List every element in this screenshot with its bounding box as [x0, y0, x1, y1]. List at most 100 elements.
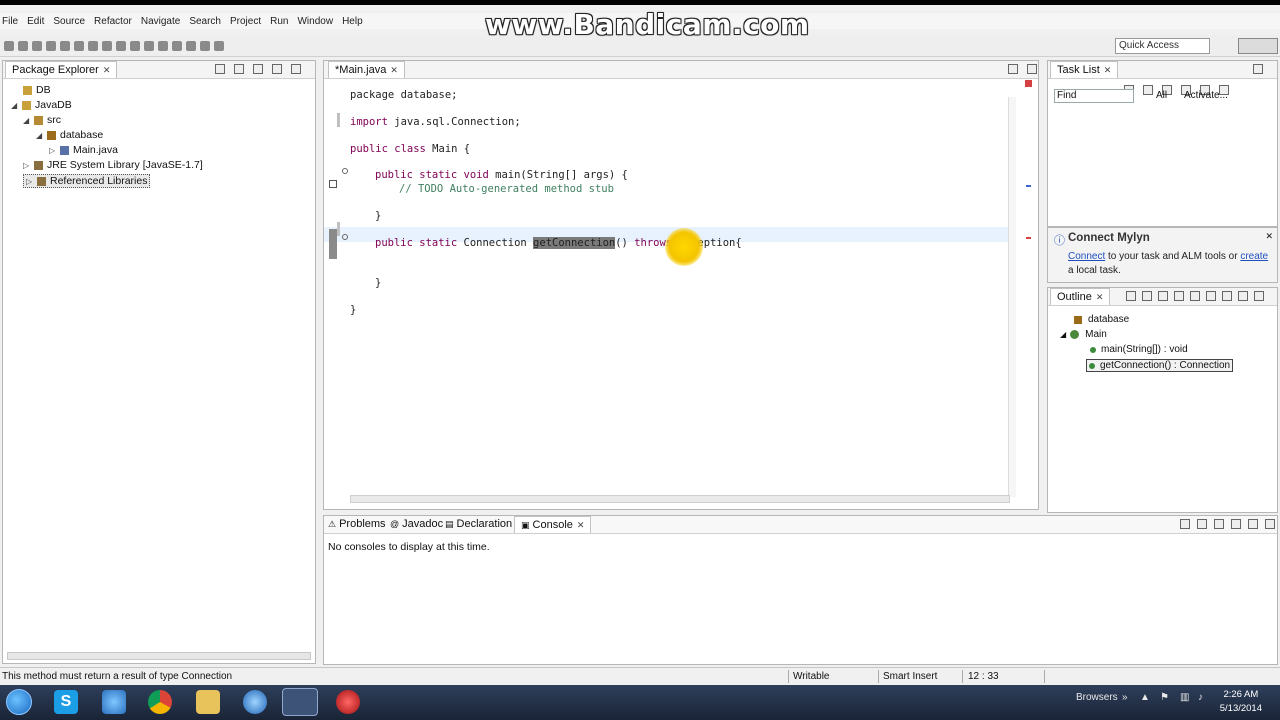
tray-arrow-icon[interactable]: ▲ — [1140, 692, 1150, 703]
tree-item-src[interactable]: ◢ src — [23, 113, 61, 127]
pin-console-icon[interactable] — [1197, 519, 1207, 529]
tree-item-db[interactable]: DB — [23, 83, 51, 97]
find-input[interactable]: Find — [1054, 89, 1134, 103]
menu-navigate[interactable]: Navigate — [141, 16, 180, 27]
perspective-switcher[interactable] — [1238, 38, 1278, 54]
close-icon[interactable]: ✕ — [390, 65, 398, 75]
close-icon[interactable]: ✕ — [1096, 292, 1104, 302]
new-java-project-icon[interactable] — [102, 41, 112, 51]
coverage-icon[interactable] — [74, 41, 84, 51]
menu-refactor[interactable]: Refactor — [94, 16, 132, 27]
tab-package-explorer[interactable]: Package Explorer ✕ — [5, 61, 118, 78]
editor-body[interactable]: package database; import java.sql.Connec… — [324, 79, 1038, 509]
volume-icon[interactable]: ♪ — [1198, 692, 1203, 703]
link-editor-icon[interactable] — [234, 64, 244, 74]
horizontal-scrollbar[interactable] — [7, 652, 311, 660]
external-tools-icon[interactable] — [88, 41, 98, 51]
app-red-icon[interactable] — [336, 690, 360, 714]
outline-item-getconnection[interactable]: getConnection() : Connection — [1086, 359, 1234, 372]
back-icon[interactable] — [200, 41, 210, 51]
tree-item-main-java[interactable]: ▷ Main.java — [49, 143, 118, 157]
expand-arrow-icon[interactable]: ◢ — [36, 131, 44, 140]
hide-fields-icon[interactable] — [1142, 291, 1152, 301]
close-icon[interactable]: ✕ — [1104, 65, 1112, 75]
search-icon[interactable] — [158, 41, 168, 51]
horizontal-scrollbar[interactable] — [350, 495, 1010, 503]
menu-file[interactable]: File — [2, 16, 18, 27]
run-icon[interactable] — [60, 41, 70, 51]
tab-javadoc[interactable]: @ Javadoc — [390, 518, 443, 530]
outline-item-main-method[interactable]: main(String[]) : void — [1090, 344, 1188, 355]
activate-link[interactable]: Activate... — [1184, 90, 1228, 101]
maximize-icon[interactable] — [1027, 64, 1037, 74]
view-menu-icon[interactable] — [253, 64, 263, 74]
tab-problems[interactable]: ⚠ Problems — [328, 518, 386, 530]
menu-window[interactable]: Window — [297, 16, 333, 27]
action-center-icon[interactable]: ⚑ — [1160, 692, 1169, 703]
debug-icon[interactable] — [46, 41, 56, 51]
vertical-scrollbar[interactable] — [1008, 97, 1016, 497]
tray-expand-icon[interactable]: » — [1122, 692, 1128, 703]
hide-local-types-icon[interactable] — [1190, 291, 1200, 301]
open-type-icon[interactable] — [144, 41, 154, 51]
collapse-all-icon[interactable] — [215, 64, 225, 74]
selected-method-name[interactable]: getConnection — [533, 237, 616, 249]
menu-search[interactable]: Search — [189, 16, 221, 27]
hide-static-icon[interactable] — [1158, 291, 1168, 301]
view-menu-icon[interactable] — [1248, 519, 1258, 529]
maximize-icon[interactable] — [291, 64, 301, 74]
clock[interactable]: 2:26 AM 5/13/2014 — [1220, 688, 1262, 716]
tray-toolbar-label[interactable]: Browsers — [1076, 692, 1118, 703]
menu-edit[interactable]: Edit — [27, 16, 44, 27]
quick-access-input[interactable]: Quick Access — [1115, 38, 1210, 54]
view-menu-icon[interactable] — [1222, 291, 1232, 301]
outline-item-class[interactable]: ◢ Main — [1060, 329, 1107, 340]
expand-arrow-icon[interactable]: ◢ — [11, 101, 19, 110]
display-console-icon[interactable] — [1180, 519, 1190, 529]
tab-task-list[interactable]: Task List ✕ — [1050, 61, 1119, 78]
eclipse-icon[interactable] — [282, 688, 318, 716]
new-icon[interactable] — [4, 41, 14, 51]
tab-console[interactable]: ▣ Console ✕ — [514, 516, 592, 533]
minimize-icon[interactable] — [1238, 291, 1248, 301]
tree-item-jre[interactable]: ▷ JRE System Library [JavaSE-1.7] — [23, 158, 203, 172]
filter-all[interactable]: All — [1156, 90, 1167, 101]
tab-declaration[interactable]: ▤ Declaration — [445, 518, 512, 530]
open-console-icon[interactable] — [1214, 519, 1224, 529]
tab-main-java[interactable]: *Main.java ✕ — [328, 61, 405, 78]
focus-icon[interactable] — [1206, 291, 1216, 301]
create-link[interactable]: create — [1240, 251, 1268, 262]
menu-help[interactable]: Help — [342, 16, 363, 27]
connect-link[interactable]: Connect — [1068, 251, 1105, 262]
expand-arrow-icon[interactable]: ◢ — [23, 116, 31, 125]
collapse-arrow-icon[interactable]: ▷ — [23, 161, 31, 170]
categorized-icon[interactable] — [1143, 85, 1153, 95]
forward-icon[interactable] — [214, 41, 224, 51]
new-package-icon[interactable] — [116, 41, 126, 51]
minimize-icon[interactable] — [272, 64, 282, 74]
sort-icon[interactable] — [1126, 291, 1136, 301]
network-icon[interactable] — [102, 690, 126, 714]
menu-run[interactable]: Run — [270, 16, 288, 27]
collapse-arrow-icon[interactable]: ▷ — [26, 177, 34, 186]
folder-icon[interactable] — [196, 690, 220, 714]
new-class-icon[interactable] — [130, 41, 140, 51]
minimize-icon[interactable] — [1008, 64, 1018, 74]
close-icon[interactable]: ✕ — [1265, 231, 1273, 242]
close-icon[interactable]: ✕ — [103, 65, 111, 75]
save-icon[interactable] — [18, 41, 28, 51]
tree-item-javadb[interactable]: ◢ JavaDB — [11, 98, 72, 112]
menu-project[interactable]: Project — [230, 16, 261, 27]
expand-arrow-icon[interactable]: ◢ — [1060, 330, 1066, 339]
skype-icon[interactable]: S — [54, 690, 78, 714]
new-console-icon[interactable] — [1231, 519, 1241, 529]
collapse-arrow-icon[interactable]: ▷ — [49, 146, 57, 155]
globe-icon[interactable] — [243, 690, 267, 714]
minimize-icon[interactable] — [1253, 64, 1263, 74]
menu-source[interactable]: Source — [53, 16, 85, 27]
next-annotation-icon[interactable] — [172, 41, 182, 51]
chrome-icon[interactable] — [148, 690, 172, 714]
fold-icon[interactable] — [342, 234, 348, 240]
minimize-icon[interactable] — [1265, 519, 1275, 529]
fold-icon[interactable] — [342, 168, 348, 174]
